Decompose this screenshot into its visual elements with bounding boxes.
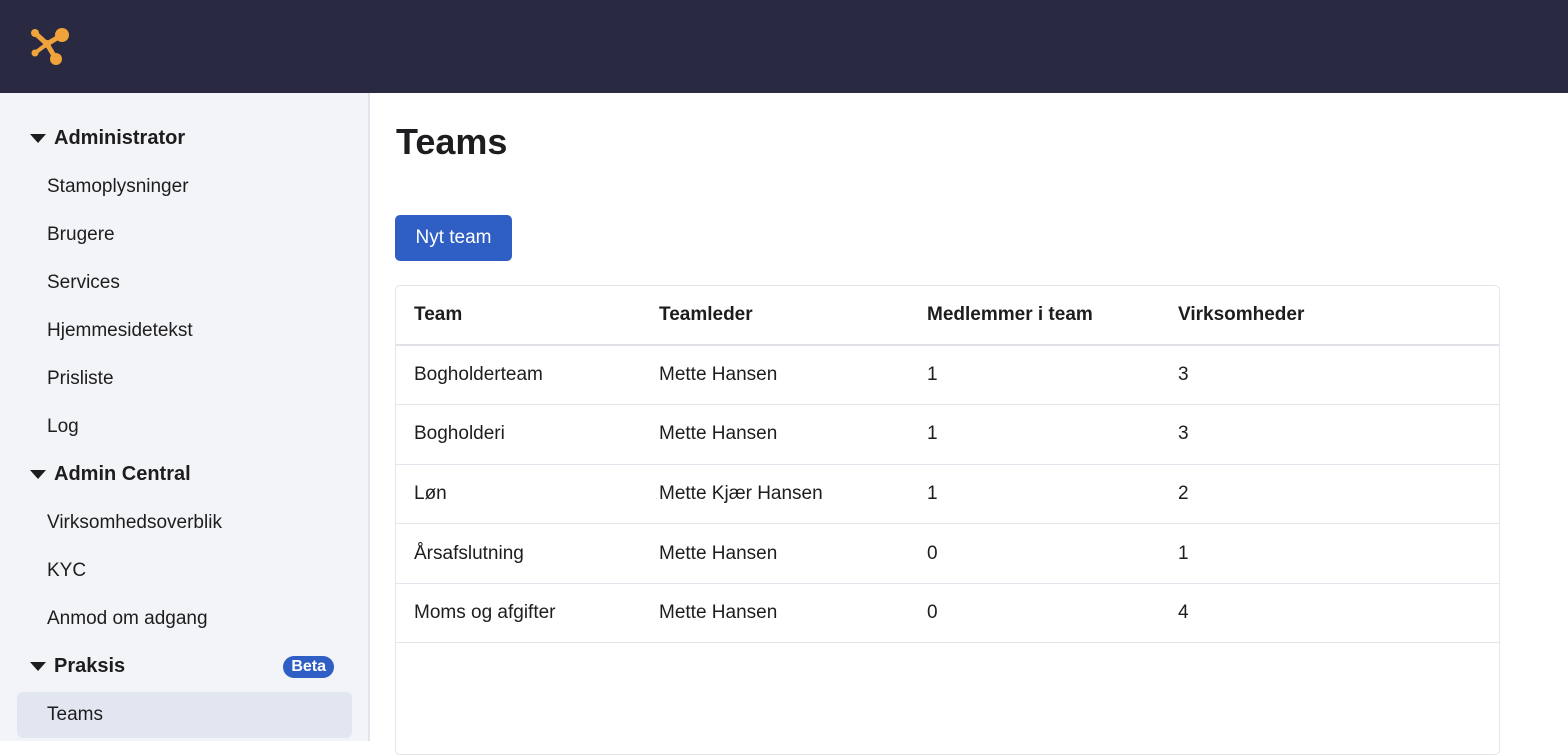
- main-content: Teams Nyt team Team Teamleder Medlemmer …: [372, 93, 1568, 755]
- sidebar: Administrator Stamoplysninger Brugere Se…: [0, 93, 370, 741]
- caret-down-icon: [30, 133, 46, 143]
- teams-table-card: Team Teamleder Medlemmer i team Virksomh…: [395, 285, 1500, 755]
- sidebar-item-log[interactable]: Log: [17, 404, 352, 450]
- cell-members: 0: [909, 583, 1160, 644]
- cell-teamleder: Mette Hansen: [641, 345, 909, 406]
- column-header-virksomheder[interactable]: Virksomheder: [1160, 286, 1499, 346]
- sidebar-item-prisliste[interactable]: Prisliste: [17, 356, 352, 402]
- cell-members: 1: [909, 345, 1160, 406]
- cell-members: 1: [909, 404, 1160, 465]
- cell-members: 0: [909, 523, 1160, 584]
- sidebar-item-hjemmesidetekst[interactable]: Hjemmesidetekst: [17, 308, 352, 354]
- new-team-button[interactable]: Nyt team: [395, 215, 512, 261]
- caret-down-icon: [30, 661, 46, 671]
- cell-teamleder: Mette Kjær Hansen: [641, 464, 909, 525]
- cell-team: Bogholderteam: [396, 345, 641, 406]
- cell-team: Moms og afgifter: [396, 583, 641, 644]
- sidebar-item-teams[interactable]: Teams: [17, 692, 352, 738]
- sidebar-item-kyc[interactable]: KYC: [17, 548, 352, 594]
- teams-table: Team Teamleder Medlemmer i team Virksomh…: [396, 286, 1499, 644]
- cell-companies: 4: [1160, 583, 1499, 644]
- beta-badge: Beta: [283, 656, 334, 678]
- sidebar-item-brugere[interactable]: Brugere: [17, 212, 352, 258]
- sidebar-item-services[interactable]: Services: [17, 260, 352, 306]
- table-row[interactable]: Moms og afgifter Mette Hansen 0 4: [396, 583, 1499, 644]
- sidebar-item-anmod-om-adgang[interactable]: Anmod om adgang: [17, 596, 352, 642]
- section-header-admin-central[interactable]: Admin Central: [30, 458, 340, 490]
- caret-down-icon: [30, 469, 46, 479]
- sidebar-item-stamoplysninger[interactable]: Stamoplysninger: [17, 164, 352, 210]
- cell-teamleder: Mette Hansen: [641, 404, 909, 465]
- cell-companies: 1: [1160, 523, 1499, 584]
- column-header-teamleder[interactable]: Teamleder: [641, 286, 909, 346]
- cell-companies: 2: [1160, 464, 1499, 525]
- table-row[interactable]: Løn Mette Kjær Hansen 1 2: [396, 464, 1499, 525]
- cell-members: 1: [909, 464, 1160, 525]
- section-header-praksis[interactable]: Praksis Beta: [30, 650, 340, 682]
- cell-companies: 3: [1160, 404, 1499, 465]
- table-row[interactable]: Bogholderteam Mette Hansen 1 3: [396, 345, 1499, 406]
- table-row[interactable]: Bogholderi Mette Hansen 1 3: [396, 404, 1499, 465]
- logo-icon[interactable]: [27, 24, 71, 68]
- section-header-administrator[interactable]: Administrator: [30, 122, 340, 154]
- section-title: Administrator: [54, 126, 186, 149]
- section-title: Praksis: [54, 654, 126, 677]
- sidebar-item-virksomhedsoverblik[interactable]: Virksomhedsoverblik: [17, 500, 352, 546]
- table-row[interactable]: Årsafslutning Mette Hansen 0 1: [396, 523, 1499, 584]
- cell-teamleder: Mette Hansen: [641, 523, 909, 584]
- page-title: Teams: [396, 121, 508, 162]
- top-bar: [0, 0, 1568, 93]
- cell-companies: 3: [1160, 345, 1499, 406]
- cell-team: Løn: [396, 464, 641, 525]
- section-title: Admin Central: [54, 462, 191, 485]
- cell-team: Årsafslutning: [396, 523, 641, 584]
- table-header-row: Team Teamleder Medlemmer i team Virksomh…: [396, 286, 1499, 346]
- column-header-medlemmer[interactable]: Medlemmer i team: [909, 286, 1160, 346]
- column-header-team[interactable]: Team: [396, 286, 641, 346]
- cell-teamleder: Mette Hansen: [641, 583, 909, 644]
- cell-team: Bogholderi: [396, 404, 641, 465]
